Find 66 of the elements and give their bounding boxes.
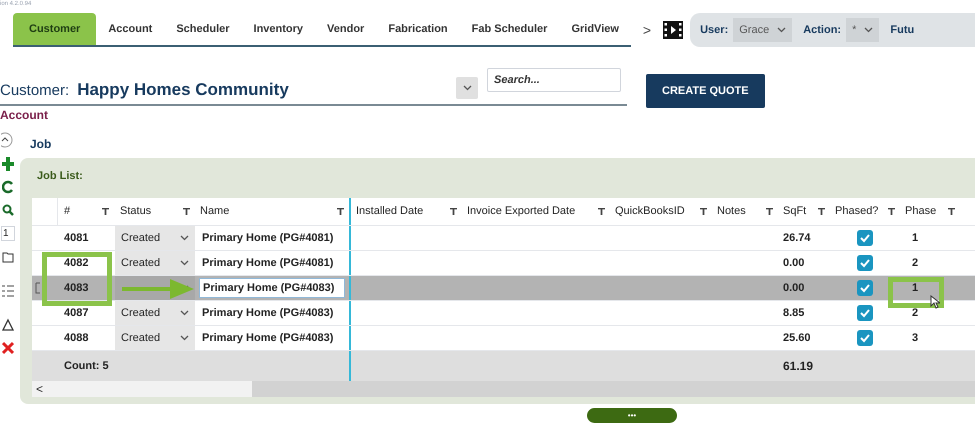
column-header[interactable]: Phase: [900, 203, 960, 220]
table-cell-text: 0.00: [782, 280, 806, 296]
column-header[interactable]: Notes: [712, 203, 778, 220]
table-row[interactable]: 4082 Created Primary Home (PG#4081) 0.00 2: [32, 251, 975, 276]
column-header[interactable]: Invoice Exported Date: [462, 203, 610, 220]
table-cell-text: 26.74: [782, 230, 812, 246]
table-cell-text: Primary Home (PG#4081): [201, 232, 334, 244]
table-row[interactable]: 4088 Created Primary Home (PG#4083) 25.60 3: [32, 326, 975, 351]
table-row[interactable]: 4087 Created Primary Home (PG#4083) 8.85 2: [32, 301, 975, 326]
column-header[interactable]: #: [58, 203, 115, 220]
job-list-title: Job List:: [37, 169, 84, 184]
table-cell-text: 1: [911, 230, 920, 246]
table-cell-text: 8.85: [782, 306, 806, 321]
search-field[interactable]: Search...: [487, 68, 621, 92]
table-cell-text: 2: [911, 306, 920, 321]
table-cell-text: 3: [911, 330, 920, 346]
nav-tab[interactable]: Fab Scheduler: [460, 13, 560, 45]
job-label: Job: [30, 136, 52, 153]
table-row[interactable]: 4083 Primary Home (PG#4083) 0.00 1: [32, 276, 975, 301]
column-header[interactable]: Installed Date: [351, 203, 462, 220]
more-button[interactable]: •••: [587, 408, 677, 423]
table-cell-text: 1: [911, 280, 920, 296]
nav-tab[interactable]: Account: [96, 13, 164, 45]
table-cell-text: 4081: [63, 230, 90, 246]
action-label: Action:: [803, 22, 842, 38]
table-cell-text: Primary Home (PG#4083): [201, 306, 334, 319]
name-input[interactable]: Primary Home (PG#4083): [199, 278, 345, 298]
table-cell-text: 4087: [63, 306, 90, 321]
account-link[interactable]: Account: [0, 106, 48, 124]
user-dropdown[interactable]: Grace: [733, 18, 792, 42]
table-cell-text: 4083: [63, 280, 90, 296]
status-dropdown[interactable]: Created: [115, 226, 195, 250]
action-dropdown[interactable]: *: [846, 18, 880, 42]
user-label: User:: [700, 22, 728, 38]
table-cell-text: Primary Home (PG#4083): [201, 332, 334, 344]
column-header[interactable]: SqFt: [778, 203, 830, 220]
tab-scroll-button[interactable]: >: [642, 20, 652, 40]
table-cell-text: 25.60: [782, 330, 812, 346]
table-cell-text: 0.00: [782, 256, 806, 271]
nav-tab[interactable]: Fabrication: [376, 13, 460, 45]
create-quote-button[interactable]: CREATE QUOTE: [646, 74, 765, 108]
sqft-total: 61.19: [782, 358, 814, 375]
table-cell-text: 4082: [63, 256, 90, 271]
nav-tab[interactable]: Vendor: [315, 13, 376, 45]
status-dropdown[interactable]: Created: [115, 326, 195, 350]
table-row[interactable]: 4081 Created Primary Home (PG#4081) 26.74 1: [32, 226, 975, 251]
column-header[interactable]: Name: [195, 203, 349, 220]
horizontal-scrollbar[interactable]: <: [32, 381, 975, 397]
table-cell-text: 4088: [63, 330, 90, 346]
future-label: Futu: [890, 22, 914, 38]
status-dropdown[interactable]: Created: [115, 301, 195, 325]
scroll-left-button[interactable]: <: [32, 381, 252, 397]
customer-name: Happy Homes Community: [77, 78, 289, 100]
status-dropdown[interactable]: Created: [115, 251, 195, 275]
count-text: Count: 5: [63, 358, 110, 374]
table-cell-text: Primary Home (PG#4081): [201, 256, 334, 269]
table-cell-text: 2: [911, 256, 920, 271]
column-header[interactable]: Phased?: [830, 203, 900, 220]
nav-tab[interactable]: GridView: [559, 13, 631, 45]
column-header[interactable]: Status: [115, 203, 195, 220]
customer-label: Customer:: [0, 80, 70, 100]
nav-tab[interactable]: Scheduler: [164, 13, 242, 45]
nav-tab[interactable]: Inventory: [242, 13, 316, 45]
column-header[interactable]: QuickBooksID: [610, 203, 712, 220]
nav-tab[interactable]: Customer: [13, 13, 96, 45]
page-field[interactable]: 1: [1, 226, 15, 241]
